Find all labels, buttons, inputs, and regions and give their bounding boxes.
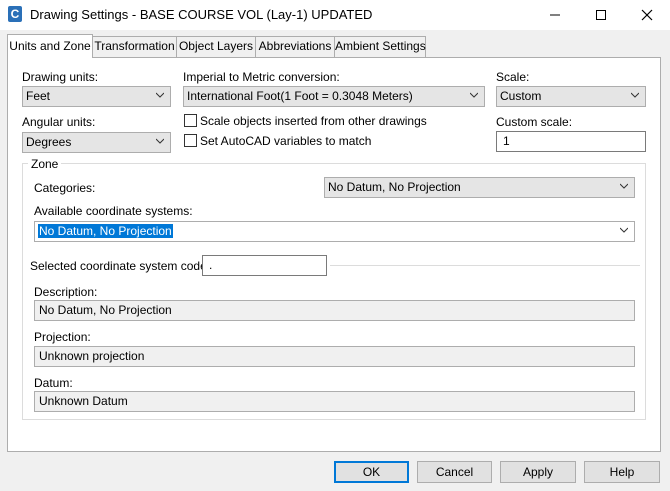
available-systems-value: No Datum, No Projection — [38, 224, 173, 238]
categories-value: No Datum, No Projection — [328, 180, 461, 194]
tab-units-and-zone[interactable]: Units and Zone — [7, 34, 93, 58]
zone-group-label: Zone — [28, 157, 62, 171]
conversion-label: Imperial to Metric conversion: — [183, 70, 340, 84]
chevron-down-icon — [631, 92, 639, 98]
chevron-down-icon — [620, 183, 628, 189]
conversion-select[interactable]: International Foot(1 Foot = 0.3048 Meter… — [183, 86, 485, 107]
datum-field: Unknown Datum — [34, 391, 635, 412]
separator — [330, 265, 640, 266]
code-label: Selected coordinate system code: — [30, 259, 211, 273]
apply-button[interactable]: Apply — [500, 461, 576, 483]
close-icon — [641, 9, 653, 21]
chevron-down-icon — [156, 138, 164, 144]
code-input[interactable]: . — [202, 255, 327, 276]
drawing-units-select[interactable]: Feet — [22, 86, 171, 107]
zone-group — [22, 163, 646, 420]
help-button[interactable]: Help — [584, 461, 660, 483]
tab-ambient-settings[interactable]: Ambient Settings — [334, 36, 426, 57]
custom-scale-input[interactable]: 1 — [496, 131, 646, 152]
minimize-icon — [550, 14, 560, 16]
datum-label: Datum: — [34, 376, 73, 390]
projection-label: Projection: — [34, 330, 91, 344]
custom-scale-label: Custom scale: — [496, 115, 573, 129]
angular-units-value: Degrees — [26, 135, 72, 149]
maximize-icon — [596, 10, 606, 20]
tab-abbreviations[interactable]: Abbreviations — [255, 36, 335, 57]
scale-label: Scale: — [496, 70, 530, 84]
app-icon: C — [8, 6, 22, 22]
available-systems-label: Available coordinate systems: — [34, 204, 193, 218]
categories-label: Categories: — [34, 181, 96, 195]
description-field: No Datum, No Projection — [34, 300, 635, 321]
maximize-button[interactable] — [578, 0, 624, 30]
close-button[interactable] — [624, 0, 670, 30]
scale-select[interactable]: Custom — [496, 86, 646, 107]
cancel-button[interactable]: Cancel — [417, 461, 492, 483]
projection-field: Unknown projection — [34, 346, 635, 367]
scale-value: Custom — [500, 89, 542, 103]
tab-object-layers[interactable]: Object Layers — [176, 36, 256, 57]
tab-transformation[interactable]: Transformation — [92, 36, 177, 57]
chevron-down-icon — [620, 227, 628, 233]
description-label: Description: — [34, 285, 98, 299]
title-bar: C Drawing Settings - BASE COURSE VOL (La… — [0, 0, 670, 30]
minimize-button[interactable] — [532, 0, 578, 30]
scale-objects-checkbox[interactable] — [184, 114, 197, 127]
chevron-down-icon — [156, 92, 164, 98]
angular-units-select[interactable]: Degrees — [22, 132, 171, 153]
drawing-units-value: Feet — [26, 89, 51, 103]
ok-button[interactable]: OK — [334, 461, 409, 483]
drawing-units-label: Drawing units: — [22, 70, 99, 84]
conversion-value: International Foot(1 Foot = 0.3048 Meter… — [187, 89, 413, 103]
available-systems-select[interactable]: No Datum, No Projection — [34, 221, 635, 242]
chevron-down-icon — [470, 92, 478, 98]
set-autocad-vars-label: Set AutoCAD variables to match — [200, 134, 372, 148]
scale-objects-label: Scale objects inserted from other drawin… — [200, 114, 427, 128]
set-autocad-vars-checkbox[interactable] — [184, 134, 197, 147]
categories-select[interactable]: No Datum, No Projection — [324, 177, 635, 198]
window-title: Drawing Settings - BASE COURSE VOL (Lay-… — [30, 7, 373, 22]
angular-units-label: Angular units: — [22, 115, 96, 129]
